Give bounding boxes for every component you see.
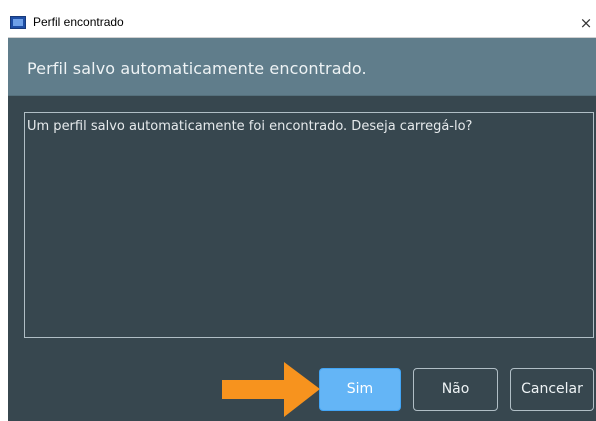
no-button[interactable]: Não bbox=[413, 368, 498, 411]
arrow-shape bbox=[222, 362, 320, 417]
window-title: Perfil encontrado bbox=[33, 15, 124, 29]
close-button[interactable]: × bbox=[576, 12, 596, 34]
arrow-right-icon bbox=[222, 362, 320, 417]
yes-button[interactable]: Sim bbox=[319, 368, 401, 411]
app-icon bbox=[10, 16, 26, 29]
message-area: Um perfil salvo automaticamente foi enco… bbox=[24, 112, 594, 338]
message-text: Um perfil salvo automaticamente foi enco… bbox=[27, 119, 473, 134]
dialog-window: Perfil encontrado × Perfil salvo automat… bbox=[8, 8, 596, 421]
dialog-header: Perfil salvo automaticamente encontrado. bbox=[8, 38, 596, 96]
title-bar: Perfil encontrado × bbox=[8, 8, 596, 38]
app-icon-inner bbox=[13, 19, 23, 26]
cancel-button[interactable]: Cancelar bbox=[510, 368, 594, 411]
header-title: Perfil salvo automaticamente encontrado. bbox=[27, 59, 367, 78]
